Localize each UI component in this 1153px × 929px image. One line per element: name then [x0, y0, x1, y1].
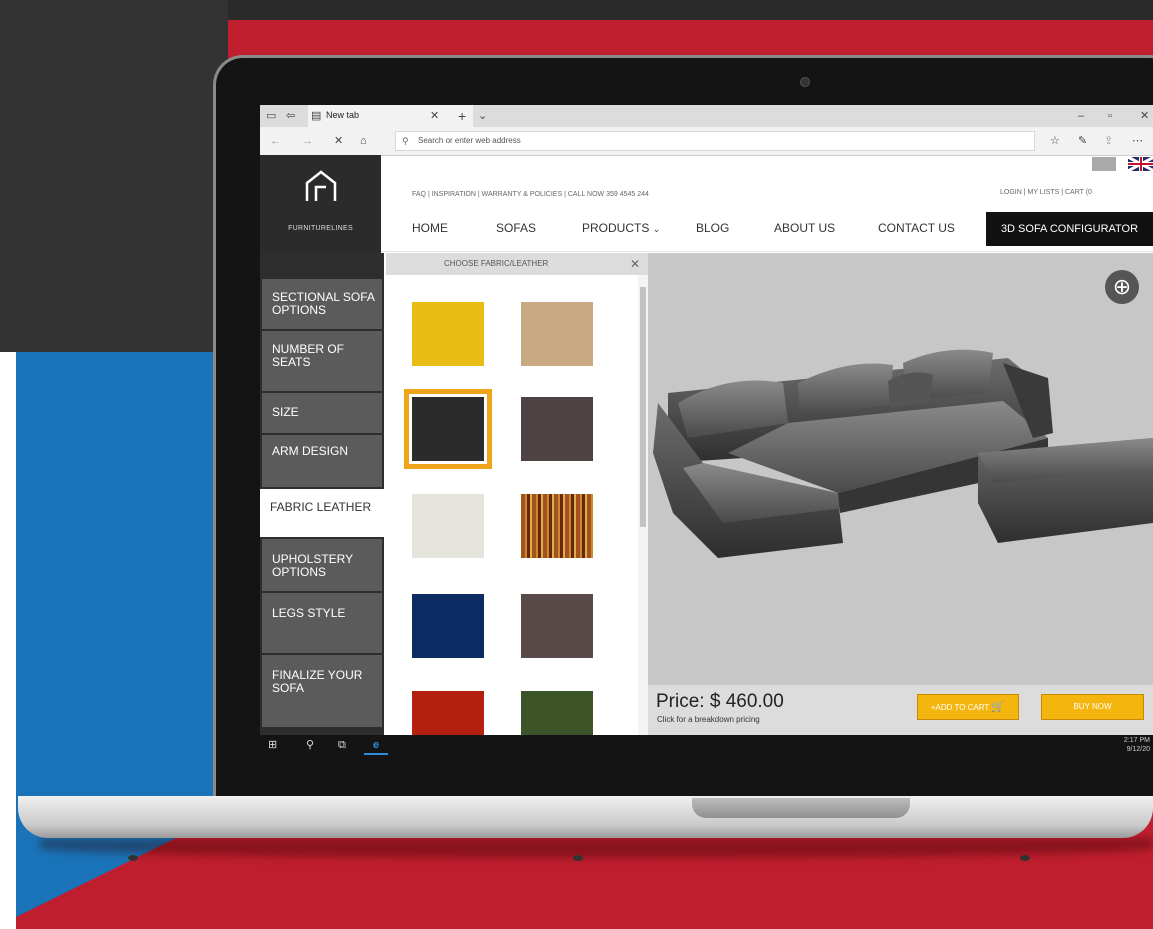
nav-about-us[interactable]: ABOUT US [774, 221, 835, 235]
address-input[interactable]: ⚲ Search or enter web address [395, 131, 1035, 151]
chevron-down-icon: ⌄ [652, 224, 661, 234]
more-icon[interactable]: ⋯ [1132, 130, 1143, 152]
new-tab-icon[interactable]: + [458, 105, 466, 127]
search-icon: ⚲ [402, 136, 409, 146]
fabric-swatch[interactable] [521, 594, 593, 658]
laptop-notch [692, 798, 910, 818]
flag-icon[interactable] [1092, 157, 1116, 171]
fabric-panel-title: CHOOSE FABRIC/LEATHER [444, 259, 549, 268]
pen-icon[interactable]: ✎ [1078, 130, 1087, 152]
sofa-model [653, 349, 1153, 558]
address-placeholder: Search or enter web address [418, 136, 521, 145]
background-dark-block [0, 0, 228, 352]
nav-home[interactable]: HOME [412, 221, 448, 235]
back-arrow-icon[interactable]: ← [270, 130, 281, 152]
background-white-strip [0, 352, 16, 929]
stop-loading-icon[interactable]: ✕ [334, 130, 343, 152]
taskbar-search-icon[interactable]: ⚲ [306, 735, 314, 755]
laptop-foot [573, 855, 583, 861]
fabric-swatch[interactable] [521, 302, 593, 366]
browser-address-bar: ← → ✕ ⌂ ⚲ Search or enter web address ☆ … [260, 127, 1153, 156]
price-label: Price: $ 460.00 [656, 691, 784, 712]
option-size[interactable]: SIZE [262, 393, 382, 433]
option-fabric-leather[interactable]: FABRIC LEATHER [260, 489, 384, 537]
fabric-swatch[interactable] [521, 397, 593, 461]
house-logo-icon [305, 170, 337, 201]
nav-divider [381, 251, 1153, 252]
share-icon[interactable]: ⇪ [1104, 130, 1113, 152]
nav-sofas[interactable]: SOFAS [496, 221, 536, 235]
fabric-swatch[interactable] [412, 302, 484, 366]
tab-manager-icon[interactable]: ▭ [266, 105, 276, 127]
nav-contact-us[interactable]: CONTACT US [878, 221, 955, 235]
nav-blog[interactable]: BLOG [696, 221, 729, 235]
laptop-shadow [40, 838, 1153, 858]
top-info-links[interactable]: FAQ | INSPIRATION | WARRANTY & POLICIES … [412, 191, 649, 198]
clock-time: 2:17 PM [1123, 737, 1150, 744]
option-sectional-sofa[interactable]: SECTIONAL SOFA OPTIONS [262, 279, 382, 329]
option-finalize-sofa[interactable]: FINALIZE YOUR SOFA [262, 655, 382, 727]
close-panel-icon[interactable]: ✕ [630, 253, 640, 275]
favorites-icon[interactable]: ☆ [1050, 130, 1060, 152]
buy-now-button[interactable]: BUY NOW [1041, 694, 1144, 720]
account-links[interactable]: LOGIN | MY LISTS | CART (0 [1000, 189, 1092, 196]
fabric-swatch[interactable] [412, 691, 484, 735]
fabric-swatch[interactable] [412, 494, 484, 558]
rotate-view-icon[interactable]: ⊕ [1105, 270, 1139, 304]
uk-flag-icon[interactable] [1127, 155, 1153, 173]
set-aside-tabs-icon[interactable]: ⇦ [286, 105, 295, 127]
new-tab-page-icon: ▤ [311, 110, 322, 122]
forward-arrow-icon[interactable]: → [302, 130, 313, 152]
laptop-foot [1020, 855, 1030, 861]
sofa-3d-viewer[interactable] [648, 253, 1153, 685]
fabric-panel-header: CHOOSE FABRIC/LEATHER ✕ [386, 253, 648, 275]
option-upholstery[interactable]: UPHOLSTERY OPTIONS [262, 539, 382, 591]
windows-start-icon[interactable]: ⊞ [268, 735, 277, 755]
webcam-icon [800, 77, 810, 87]
maximize-icon[interactable]: ▫ [1108, 105, 1112, 127]
nav-products-label: PRODUCTS [582, 221, 650, 235]
laptop-foot [128, 855, 138, 861]
nav-products[interactable]: PRODUCTS ⌄ [582, 221, 660, 235]
windows-taskbar [260, 735, 1153, 755]
add-to-cart-button[interactable]: +ADD TO CART 🛒 [917, 694, 1019, 720]
task-view-icon[interactable]: ⧉ [338, 735, 346, 755]
close-tab-icon[interactable]: ✕ [430, 105, 439, 127]
browser-tab-active[interactable]: ▤ New tab ✕ [308, 105, 473, 127]
option-number-of-seats[interactable]: NUMBER OF SEATS [262, 331, 382, 391]
clock-date: 9/12/20 [1126, 746, 1150, 753]
home-icon[interactable]: ⌂ [360, 130, 367, 152]
site-logo[interactable] [260, 155, 381, 253]
browser-tab-bar: ▭ ⇦ ▤ New tab ✕ + ⌄ – ▫ ✕ [260, 105, 1153, 127]
laptop-base [18, 796, 1153, 838]
fabric-swatch[interactable] [521, 691, 593, 735]
scrollbar-thumb[interactable] [640, 287, 646, 527]
taskbar-clock[interactable]: 2:17 PM 9/12/20 [1110, 736, 1150, 754]
logo-text: FURNITURELINES [288, 225, 353, 232]
fabric-swatch[interactable] [412, 594, 484, 658]
tab-title: New tab [326, 110, 360, 120]
cart-icon: 🛒 [991, 701, 1006, 713]
fabric-swatch[interactable] [521, 494, 593, 558]
tab-preview-chevron-icon[interactable]: ⌄ [478, 105, 487, 127]
option-legs-style[interactable]: LEGS STYLE [262, 593, 382, 653]
edge-browser-icon[interactable]: e [364, 735, 388, 755]
close-window-icon[interactable]: ✕ [1140, 105, 1149, 127]
add-to-cart-label: +ADD TO CART [930, 703, 990, 712]
option-arm-design[interactable]: ARM DESIGN [262, 435, 382, 487]
price-breakdown-link[interactable]: Click for a breakdown pricing [657, 715, 760, 724]
screen: ▭ ⇦ ▤ New tab ✕ + ⌄ – ▫ ✕ ← → ✕ ⌂ ⚲ Sear… [260, 105, 1153, 755]
fabric-swatch-selected[interactable] [404, 389, 492, 469]
minimize-icon[interactable]: – [1078, 105, 1084, 127]
nav-3d-sofa-configurator[interactable]: 3D SOFA CONFIGURATOR [986, 212, 1153, 246]
